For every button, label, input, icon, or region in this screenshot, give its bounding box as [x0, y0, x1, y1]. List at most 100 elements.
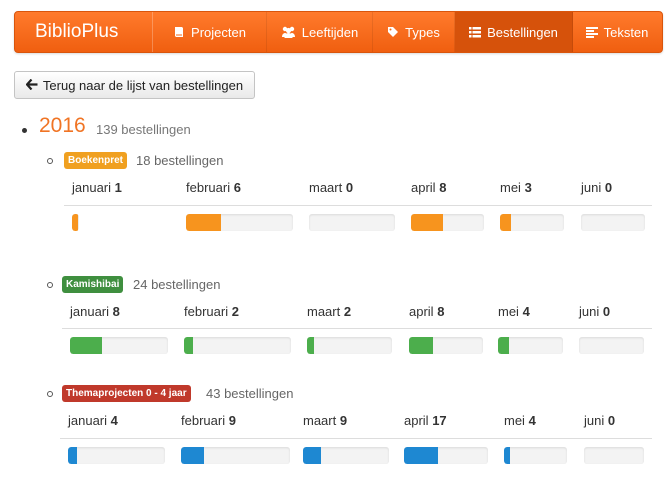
progress-bar	[303, 447, 389, 464]
progress-bar	[72, 214, 79, 231]
progress-bar	[411, 214, 484, 231]
month-label: mei 3	[500, 180, 532, 195]
month-label: april 8	[411, 180, 446, 195]
month-count: 0	[345, 180, 354, 195]
month-name: januari	[68, 413, 111, 428]
brand-logo[interactable]: BiblioPlus	[15, 12, 153, 52]
month-name: maart	[309, 180, 346, 195]
progress-fill	[303, 447, 321, 464]
month-name: april	[409, 304, 438, 319]
month-name: juni	[581, 180, 605, 195]
progress-fill	[307, 337, 314, 354]
nav-item-types[interactable]: Types	[373, 12, 455, 52]
progress-fill	[72, 214, 78, 231]
month-name: juni	[579, 304, 603, 319]
progress-bar	[498, 337, 563, 354]
users-icon	[281, 26, 296, 38]
month-name: april	[404, 413, 433, 428]
month-label: juni 0	[579, 304, 610, 319]
month-name: maart	[307, 304, 344, 319]
progress-bar	[184, 337, 291, 354]
month-count: 0	[602, 304, 611, 319]
month-name: januari	[72, 180, 115, 195]
nav-item-projecten[interactable]: Projecten	[153, 12, 267, 52]
year-order-count: 139 bestellingen	[96, 122, 191, 137]
month-label: maart 9	[303, 413, 347, 428]
project-order-count: 18 bestellingen	[136, 153, 224, 168]
month-label: januari 4	[68, 413, 118, 428]
month-name: mei	[504, 413, 529, 428]
navbar: BiblioPlus Projecten Leeftijden Types Be…	[14, 11, 663, 53]
project-badge: Boekenpret	[64, 152, 128, 169]
nav-item-teksten[interactable]: Teksten	[573, 12, 661, 52]
month-count: 0	[607, 413, 616, 428]
month-name: mei	[500, 180, 525, 195]
nav-item-leeftijden[interactable]: Leeftijden	[267, 12, 373, 52]
month-label: mei 4	[498, 304, 530, 319]
back-button-label: Terug naar de lijst van bestellingen	[42, 77, 244, 93]
month-count: 9	[339, 413, 348, 428]
progress-bar	[584, 447, 644, 464]
divider	[60, 438, 652, 439]
progress-fill	[504, 447, 510, 464]
progress-fill	[70, 337, 102, 354]
month-count: 4	[522, 304, 530, 319]
progress-bar	[68, 447, 165, 464]
progress-fill	[184, 337, 193, 354]
month-count: 2	[343, 304, 352, 319]
project-order-count: 43 bestellingen	[206, 386, 294, 401]
list-bullet	[22, 128, 27, 133]
month-count: 6	[233, 180, 241, 195]
progress-bar	[500, 214, 564, 231]
progress-bar	[186, 214, 293, 231]
align-left-icon	[585, 26, 598, 38]
progress-bar	[70, 337, 168, 354]
nav-label-projecten: Projecten	[191, 24, 246, 40]
month-label: maart 2	[307, 304, 351, 319]
month-name: januari	[70, 304, 113, 319]
month-count: 8	[439, 180, 447, 195]
sublist-bullet	[47, 158, 53, 164]
month-label: april 17	[404, 413, 447, 428]
project-order-count: 24 bestellingen	[133, 277, 221, 292]
month-label: januari 8	[70, 304, 120, 319]
month-count: 8	[112, 304, 120, 319]
progress-fill	[404, 447, 438, 464]
project-badge: Kamishibai	[62, 276, 124, 293]
progress-bar	[579, 337, 644, 354]
month-name: februari	[186, 180, 234, 195]
month-label: juni 0	[584, 413, 615, 428]
project-badge: Themaprojecten 0 - 4 jaar	[62, 385, 191, 402]
month-label: mei 4	[504, 413, 536, 428]
month-label: januari 1	[72, 180, 122, 195]
month-label: maart 0	[309, 180, 353, 195]
progress-bar	[181, 447, 290, 464]
nav-item-bestellingen[interactable]: Bestellingen	[455, 12, 573, 52]
progress-fill	[498, 337, 509, 354]
progress-bar	[307, 337, 392, 354]
progress-bar	[309, 214, 395, 231]
progress-fill	[500, 214, 511, 231]
sublist-bullet	[47, 282, 53, 288]
back-to-orders-button[interactable]: Terug naar de lijst van bestellingen	[14, 71, 255, 99]
month-label: februari 9	[181, 413, 236, 428]
month-count: 0	[604, 180, 613, 195]
year-title: 2016	[39, 114, 86, 137]
month-name: juni	[584, 413, 608, 428]
month-count: 4	[110, 413, 118, 428]
progress-bar	[504, 447, 567, 464]
month-count: 8	[437, 304, 445, 319]
book-icon	[173, 26, 185, 38]
nav-label-bestellingen: Bestellingen	[487, 24, 558, 40]
month-count: 17	[432, 413, 447, 428]
month-label: februari 2	[184, 304, 239, 319]
progress-fill	[68, 447, 77, 464]
month-name: april	[411, 180, 440, 195]
progress-fill	[411, 214, 443, 231]
progress-bar	[581, 214, 645, 231]
month-count: 4	[528, 413, 536, 428]
progress-bar	[409, 337, 483, 354]
divider	[64, 205, 652, 206]
month-count: 9	[228, 413, 236, 428]
month-label: juni 0	[581, 180, 612, 195]
